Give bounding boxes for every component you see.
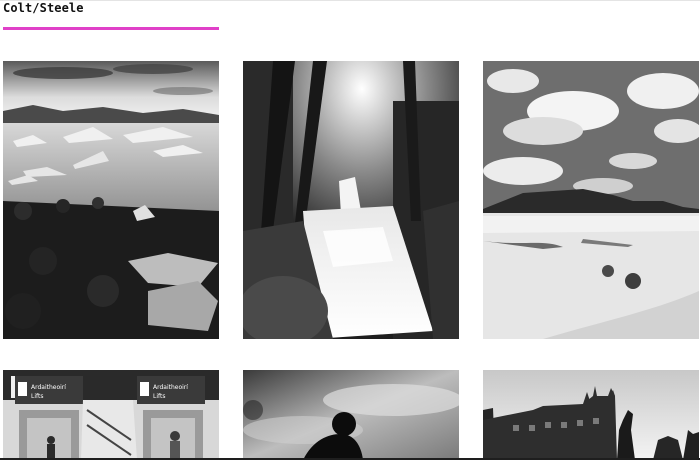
desert-clouds-photo[interactable]	[483, 61, 699, 339]
glacier-lagoon-photo[interactable]	[3, 61, 219, 339]
forest-waterfall-photo[interactable]	[243, 61, 459, 339]
sign-text-lifts: Lifts	[153, 393, 166, 400]
sign-text-lifts: Lifts	[31, 393, 44, 400]
photo-gallery: Ardaitheoirí Lifts Ardaitheoirí Lifts	[0, 0, 700, 460]
cyclist-silhouette-photo[interactable]	[243, 370, 459, 460]
sign-text-irish: Ardaitheoirí	[153, 384, 188, 391]
castle-skyline-photo[interactable]	[483, 370, 699, 460]
station-lifts-photo[interactable]: Ardaitheoirí Lifts Ardaitheoirí Lifts	[3, 370, 219, 460]
sign-text-irish: Ardaitheoirí	[31, 384, 66, 391]
